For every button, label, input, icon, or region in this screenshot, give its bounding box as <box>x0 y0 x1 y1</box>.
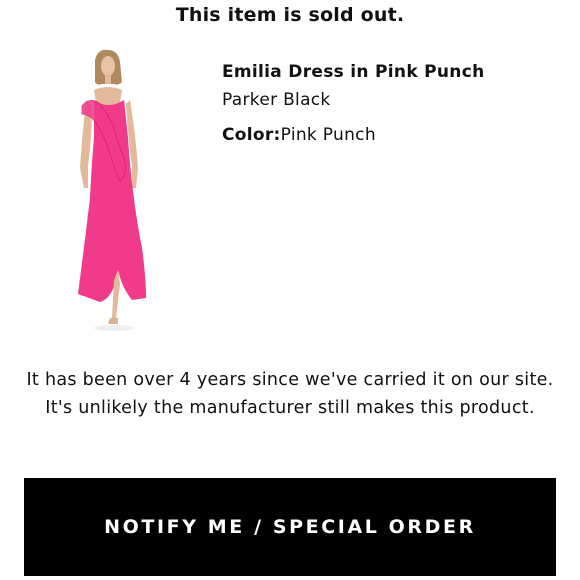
product-info: Emilia Dress in Pink Punch Parker Black … <box>222 60 484 147</box>
sold-out-heading: This item is sold out. <box>175 4 405 26</box>
color-value: Pink Punch <box>280 125 376 145</box>
product-color: Color:Pink Punch <box>222 123 484 147</box>
product-name[interactable]: Emilia Dress in Pink Punch <box>222 60 484 84</box>
discontinued-message: It has been over 4 years since we've car… <box>26 370 554 418</box>
color-label: Color: <box>222 125 281 145</box>
product-brand[interactable]: Parker Black <box>222 88 484 112</box>
notify-me-button[interactable]: NOTIFY ME / SPECIAL ORDER <box>24 478 556 576</box>
product-image <box>78 49 146 331</box>
sold-out-page: This item is sold out. Emilia Dress in P… <box>0 0 580 580</box>
